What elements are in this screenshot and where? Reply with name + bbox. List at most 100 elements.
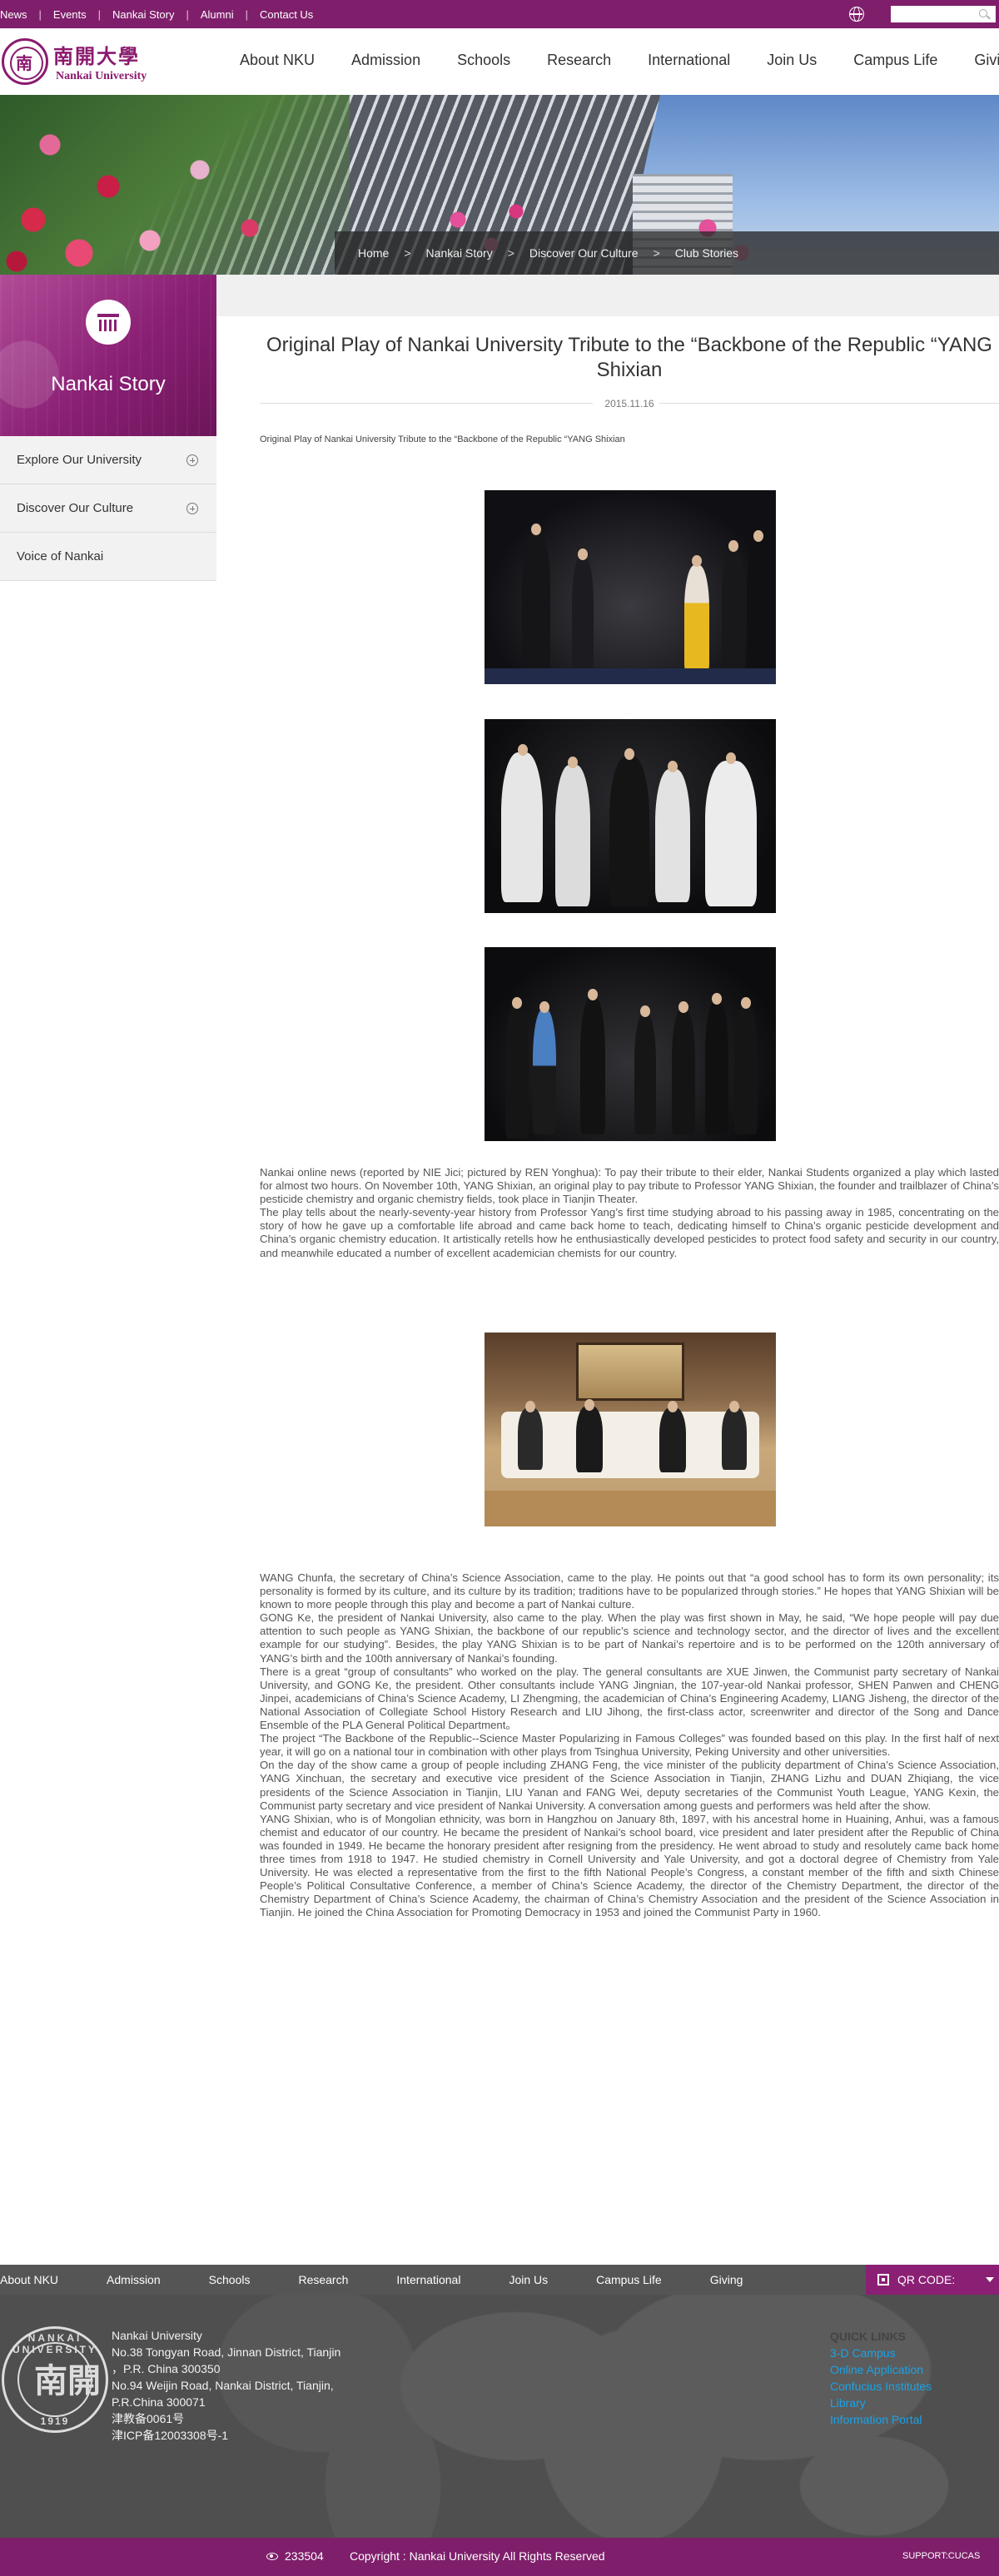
footer-address: Nankai University No.38 Tongyan Road, Ji… xyxy=(112,2327,340,2444)
breadcrumb-discover-culture[interactable]: Discover Our Culture xyxy=(529,246,639,260)
footer-university-seal: NANKAI UNIVERSITY 南開 1919 xyxy=(2,2326,108,2433)
top-link-news[interactable]: News xyxy=(0,8,27,21)
performer xyxy=(522,532,550,673)
performer-head xyxy=(568,757,578,768)
separator: | xyxy=(186,7,189,21)
footer-nav-join-us[interactable]: Join Us xyxy=(509,2273,548,2286)
chevron-down-icon xyxy=(986,2277,994,2282)
logo-chinese-name[interactable]: 南開大學 xyxy=(53,40,140,69)
quick-link-library[interactable]: Library xyxy=(830,2395,932,2411)
expand-plus-icon[interactable] xyxy=(186,454,198,466)
quick-link-3d-campus[interactable]: 3-D Campus xyxy=(830,2345,932,2361)
logo-english-name[interactable]: Nankai University xyxy=(56,70,147,83)
performer xyxy=(684,565,709,673)
nav-schools[interactable]: Schools xyxy=(457,52,510,69)
performer-head xyxy=(578,548,588,560)
content-top-strip xyxy=(216,275,999,316)
guest-head xyxy=(525,1401,535,1412)
copyright-text: Copyright : Nankai University All Rights… xyxy=(350,2549,605,2563)
nav-international[interactable]: International xyxy=(648,52,730,69)
sidebar-item-voice[interactable]: Voice of Nankai xyxy=(0,533,216,581)
footer-nav-research[interactable]: Research xyxy=(298,2273,348,2286)
footer-nav-schools[interactable]: Schools xyxy=(209,2273,251,2286)
top-link-contact[interactable]: Contact Us xyxy=(260,8,313,21)
sidebar-menu: Explore Our University Discover Our Cult… xyxy=(0,436,216,581)
footer-nav-giving[interactable]: Giving xyxy=(710,2273,743,2286)
footer-nav-about[interactable]: About NKU xyxy=(0,2273,58,2286)
quick-link-online-application[interactable]: Online Application xyxy=(830,2361,932,2378)
address-line: P.R.China 300071 xyxy=(112,2395,206,2409)
article-paragraph: GONG Ke, the president of Nankai Univers… xyxy=(260,1611,999,1665)
performer xyxy=(655,769,690,902)
top-link-alumni[interactable]: Alumni xyxy=(201,8,234,21)
sidebar-item-label: Discover Our Culture xyxy=(17,501,134,515)
gate-icon xyxy=(86,300,131,345)
sidebar-title: Nankai Story xyxy=(51,373,166,395)
seal-year: 1919 xyxy=(40,2415,70,2427)
performer xyxy=(747,539,770,672)
footer-nav-items: About NKU Admission Schools Research Int… xyxy=(0,2265,743,2295)
article-photo-stage xyxy=(485,490,776,684)
nav-join-us[interactable]: Join Us xyxy=(767,52,817,69)
quick-link-information-portal[interactable]: Information Portal xyxy=(830,2411,932,2428)
performer xyxy=(705,761,757,906)
performer-head xyxy=(668,761,678,772)
eye-icon xyxy=(266,2553,278,2560)
performer-head xyxy=(518,744,528,756)
article-paragraph: The project “The Backbone of the Republi… xyxy=(260,1732,999,1759)
performer xyxy=(555,765,590,906)
guest-head xyxy=(668,1401,678,1412)
footer-nav-campus-life[interactable]: Campus Life xyxy=(596,2273,662,2286)
sidebar-item-label: Voice of Nankai xyxy=(17,549,104,563)
sidebar: Nankai Story Explore Our University Disc… xyxy=(0,275,216,581)
address-line: ，P.R. China 300350 xyxy=(112,2362,221,2375)
performer-head xyxy=(512,997,522,1009)
footer-nav-international[interactable]: International xyxy=(396,2273,460,2286)
seal-character: 南開 xyxy=(34,2361,101,2400)
article-paragraph: On the day of the show came a group of p… xyxy=(260,1759,999,1812)
breadcrumb-home[interactable]: Home xyxy=(358,246,389,260)
banner-flowers xyxy=(0,95,350,275)
quick-link-confucius-institutes[interactable]: Confucius Institutes xyxy=(830,2378,932,2395)
performer xyxy=(580,997,605,1134)
performer-head xyxy=(726,752,736,764)
breadcrumb-separator: > xyxy=(404,246,411,260)
separator: | xyxy=(38,7,42,21)
top-link-nankai-story[interactable]: Nankai Story xyxy=(112,8,174,21)
performer xyxy=(722,548,745,673)
breadcrumb-club-stories[interactable]: Club Stories xyxy=(675,246,738,260)
expand-plus-icon[interactable] xyxy=(186,503,198,514)
quick-links: QUICK LINKS 3-D Campus Online Applicatio… xyxy=(830,2328,932,2428)
address-line: 津ICP备12003308号-1 xyxy=(112,2429,229,2442)
support-link[interactable]: SUPPORT:CUCAS xyxy=(902,2551,980,2561)
performer xyxy=(501,752,543,902)
performer-head xyxy=(539,1001,549,1013)
search-icon[interactable] xyxy=(979,9,987,17)
article-paragraph: WANG Chunfa, the secretary of China’s Sc… xyxy=(260,1571,999,1611)
performer-head xyxy=(588,989,598,1000)
performer xyxy=(734,1005,758,1134)
article-photo-meeting xyxy=(485,1333,776,1526)
main-nav: About NKU Admission Schools Research Int… xyxy=(240,52,999,69)
sidebar-item-discover[interactable]: Discover Our Culture xyxy=(0,484,216,533)
performer xyxy=(634,1014,656,1134)
footer-nav-admission[interactable]: Admission xyxy=(107,2273,161,2286)
nav-campus-life[interactable]: Campus Life xyxy=(853,52,937,69)
nav-about[interactable]: About NKU xyxy=(240,52,315,69)
performer xyxy=(505,1005,529,1139)
top-link-events[interactable]: Events xyxy=(53,8,87,21)
qr-code-button[interactable]: QR CODE: xyxy=(866,2265,999,2295)
nav-giving[interactable]: Giving xyxy=(974,52,999,69)
nav-admission[interactable]: Admission xyxy=(351,52,420,69)
performer-head xyxy=(640,1005,650,1017)
article-body-part-1: Nankai online news (reported by NIE Jici… xyxy=(260,1166,999,1260)
globe-icon[interactable] xyxy=(849,7,864,22)
breadcrumb-nankai-story[interactable]: Nankai Story xyxy=(426,246,493,260)
address-line: No.38 Tongyan Road, Jinnan District, Tia… xyxy=(112,2345,341,2359)
sidebar-item-explore[interactable]: Explore Our University xyxy=(0,436,216,484)
performer-head xyxy=(692,555,702,567)
qr-code-label: QR CODE xyxy=(897,2273,952,2286)
nav-research[interactable]: Research xyxy=(547,52,611,69)
university-seal-icon[interactable] xyxy=(2,38,48,85)
address-line: 津教备0061号 xyxy=(112,2412,185,2425)
